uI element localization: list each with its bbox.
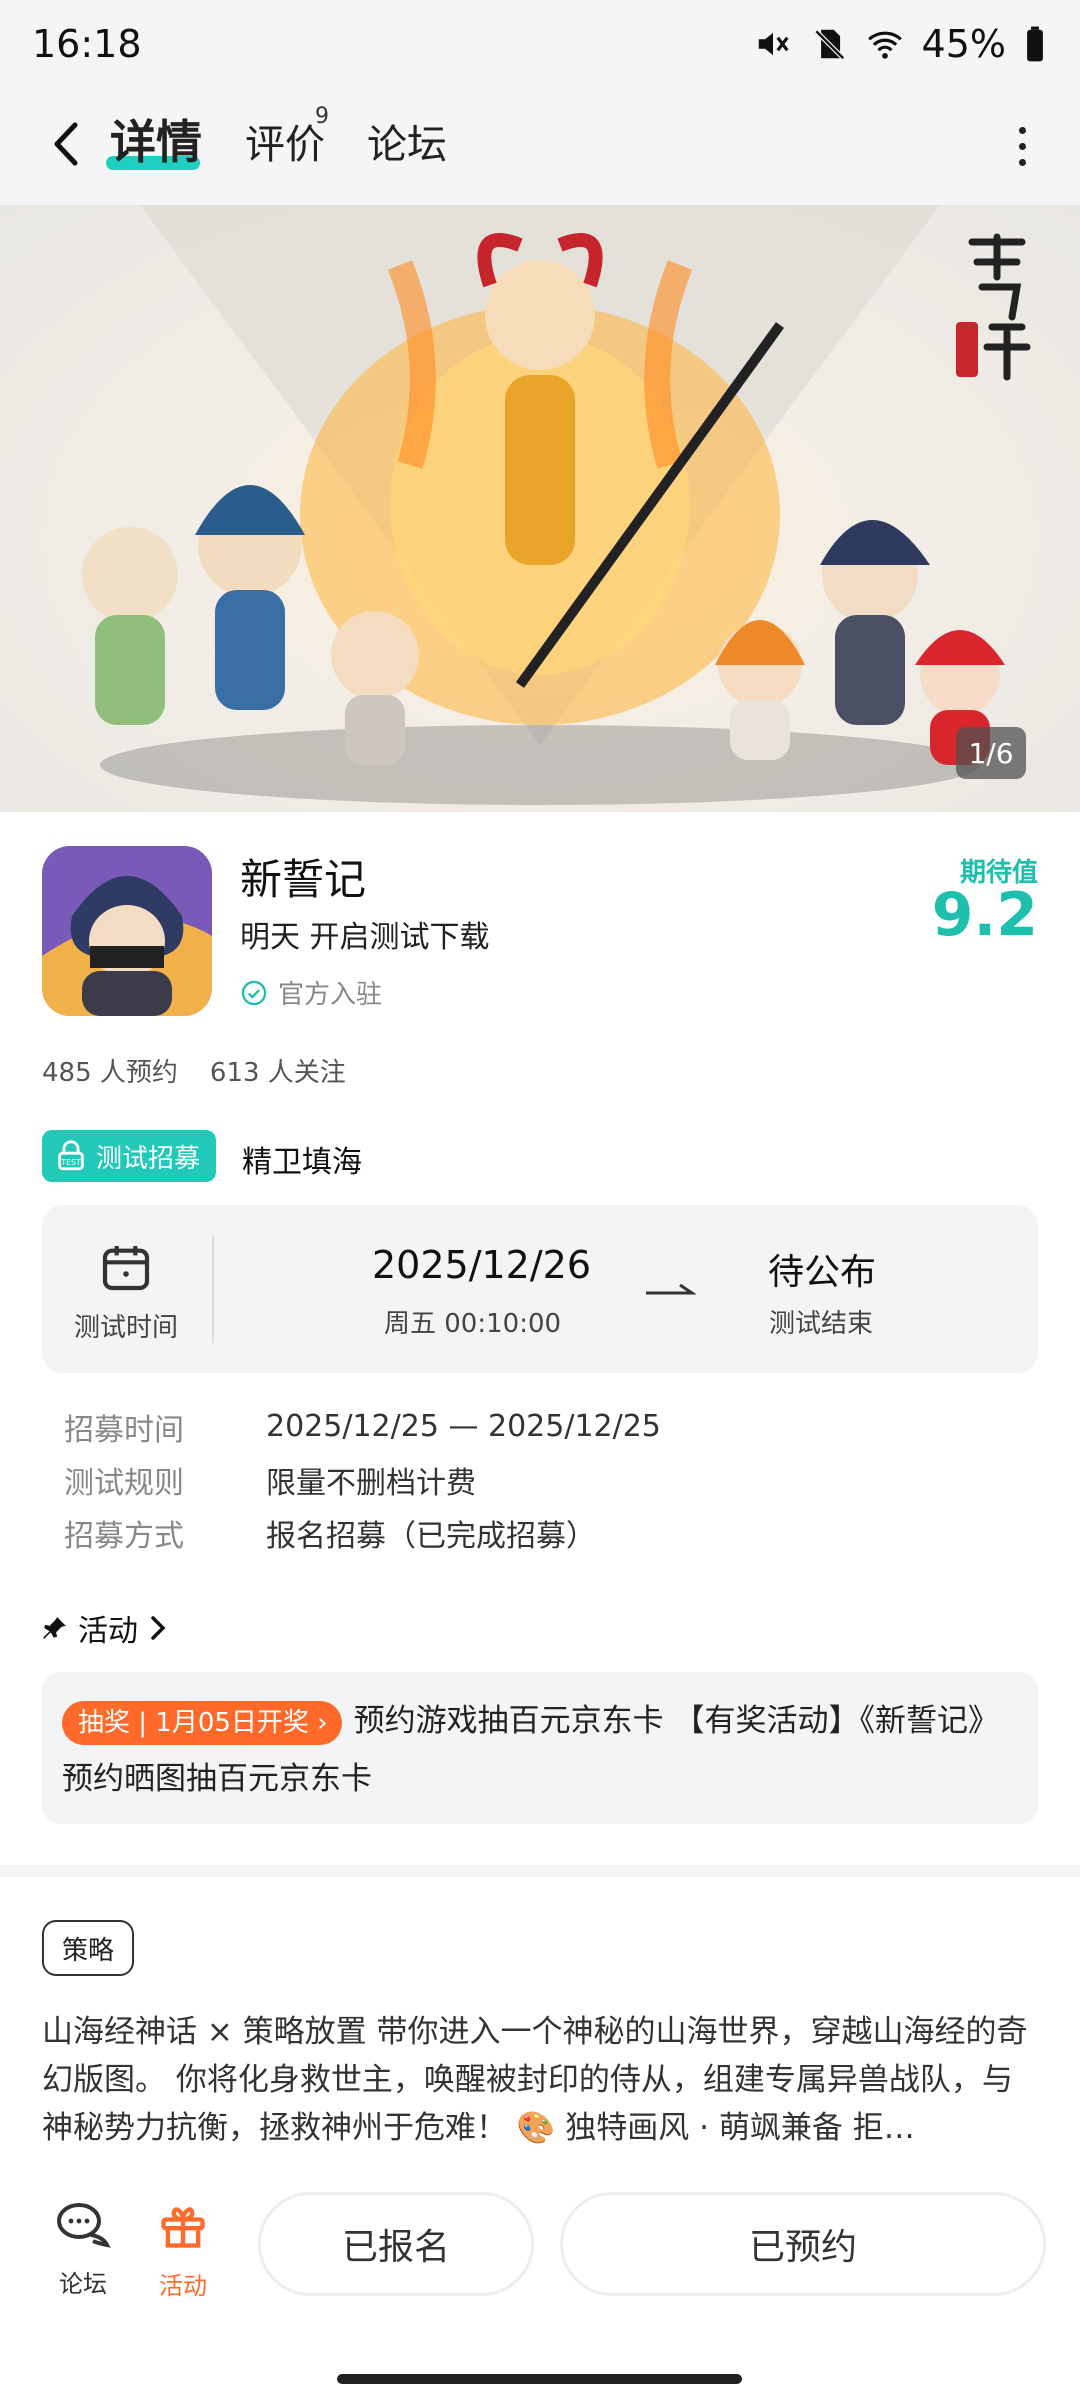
chevron-right-icon bbox=[151, 1616, 166, 1640]
gift-icon bbox=[161, 2207, 205, 2248]
test-time-card: 测试时间 2025/12/26 周五 00:10:00 待公布 测试结束 bbox=[42, 1205, 1038, 1373]
recruit-info-list: 招募时间 2025/12/25 — 2025/12/25 测试规则 限量不删档计… bbox=[64, 1400, 661, 1559]
bottom-forum-button[interactable]: 论坛 bbox=[38, 2200, 128, 2299]
test-start-date: 2025/12/26 bbox=[372, 1243, 592, 1287]
follower-count: 613 人关注 bbox=[209, 1058, 346, 1088]
game-subtitle: 明天 开启测试下载 bbox=[240, 920, 490, 955]
reservation-count: 485 人预约 bbox=[42, 1058, 178, 1088]
banner-artwork bbox=[82, 205, 1005, 805]
expectation-score: 9.2 bbox=[931, 880, 1038, 950]
wifi-icon bbox=[867, 31, 902, 59]
section-separator bbox=[0, 1865, 1080, 1877]
mute-icon bbox=[758, 32, 789, 56]
info-value: 报名招募（已完成招募） bbox=[266, 1518, 596, 1554]
lottery-tag: 抽奖 | 1月05日开奖 › bbox=[62, 1700, 342, 1745]
official-badge: 官方入驻 bbox=[240, 974, 382, 1011]
no-sim-icon bbox=[814, 29, 845, 60]
activity-card[interactable]: 抽奖 | 1月05日开奖 › 预约游戏抽百元京东卡 【有奖活动】《新誓记》预约晒图… bbox=[42, 1672, 1038, 1824]
review-count-badge: 9 bbox=[315, 104, 329, 129]
verified-check-icon bbox=[241, 980, 267, 1005]
game-app-icon bbox=[42, 846, 212, 1016]
svg-text:TEST: TEST bbox=[60, 1158, 81, 1167]
test-lock-icon: TEST bbox=[58, 1140, 84, 1171]
recruit-name: 精卫填海 bbox=[242, 1145, 362, 1180]
battery-icon bbox=[1027, 26, 1043, 62]
divider bbox=[212, 1235, 214, 1343]
chat-bubbles-icon bbox=[57, 2203, 111, 2248]
game-description[interactable]: 山海经神话 × 策略放置 带你进入一个神秘的山海世界，穿越山海经的奇幻版图。 你… bbox=[42, 2008, 1038, 2152]
test-end-value: 待公布 bbox=[768, 1252, 877, 1293]
nav-bar: 详情 评价 9 论坛 bbox=[0, 90, 1080, 205]
status-icons: 45% bbox=[754, 22, 1046, 66]
tab-detail[interactable]: 详情 bbox=[110, 106, 202, 172]
registered-button[interactable]: 已报名 bbox=[258, 2192, 534, 2296]
test-end-label: 测试结束 bbox=[769, 1309, 874, 1339]
status-bar: 16:18 45% bbox=[0, 0, 1080, 90]
banner-page-counter: 1/6 bbox=[956, 727, 1026, 779]
info-key: 招募时间 bbox=[64, 1412, 184, 1448]
info-row-recruit-method: 招募方式 报名招募（已完成招募） bbox=[64, 1506, 661, 1559]
info-key: 测试规则 bbox=[64, 1465, 184, 1501]
chevron-left-icon bbox=[54, 122, 78, 166]
game-character-icon bbox=[42, 846, 212, 1016]
official-label: 官方入驻 bbox=[278, 980, 383, 1010]
game-title: 新誓记 bbox=[240, 855, 367, 904]
calligraphy-logo-icon bbox=[956, 233, 1031, 381]
activity-section-header[interactable]: 活动 bbox=[42, 1606, 168, 1650]
calendar-icon bbox=[102, 1246, 150, 1291]
info-value: 2025/12/25 — 2025/12/25 bbox=[266, 1409, 661, 1444]
bottom-activity-label: 活动 bbox=[159, 2272, 207, 2300]
home-indicator[interactable] bbox=[337, 2374, 742, 2384]
tab-forum[interactable]: 论坛 bbox=[367, 112, 447, 170]
test-time-label: 测试时间 bbox=[74, 1313, 179, 1343]
status-time: 16:18 bbox=[32, 22, 142, 66]
game-logo bbox=[952, 227, 1042, 387]
test-recruit-label: 测试招募 bbox=[96, 1143, 201, 1174]
genre-tag[interactable]: 策略 bbox=[42, 1920, 135, 1976]
bottom-forum-label: 论坛 bbox=[59, 2270, 107, 2298]
banner-image[interactable]: 1/6 bbox=[0, 205, 1080, 812]
tab-review[interactable]: 评价 bbox=[245, 112, 325, 170]
more-options-button[interactable] bbox=[1002, 116, 1042, 176]
pin-icon bbox=[43, 1617, 66, 1639]
game-stats: 485 人预约 613 人关注 bbox=[42, 1052, 346, 1089]
battery-percent: 45% bbox=[921, 22, 1006, 66]
info-value: 限量不删档计费 bbox=[266, 1465, 476, 1501]
test-recruit-badge: TEST 测试招募 bbox=[42, 1130, 217, 1182]
test-start-time: 周五 00:10:00 bbox=[384, 1309, 562, 1339]
activity-content: 抽奖 | 1月05日开奖 › 预约游戏抽百元京东卡 【有奖活动】《新誓记》预约晒图… bbox=[62, 1692, 1018, 1808]
activity-heading: 活动 bbox=[78, 1614, 138, 1649]
back-button[interactable] bbox=[36, 114, 96, 174]
reserved-button[interactable]: 已预约 bbox=[560, 2192, 1046, 2296]
bottom-activity-button[interactable]: 活动 bbox=[138, 2200, 228, 2301]
info-row-recruit-time: 招募时间 2025/12/25 — 2025/12/25 bbox=[64, 1400, 661, 1453]
arrow-right-icon bbox=[646, 1283, 696, 1295]
info-key: 招募方式 bbox=[64, 1518, 184, 1554]
info-row-test-rule: 测试规则 限量不删档计费 bbox=[64, 1453, 661, 1506]
